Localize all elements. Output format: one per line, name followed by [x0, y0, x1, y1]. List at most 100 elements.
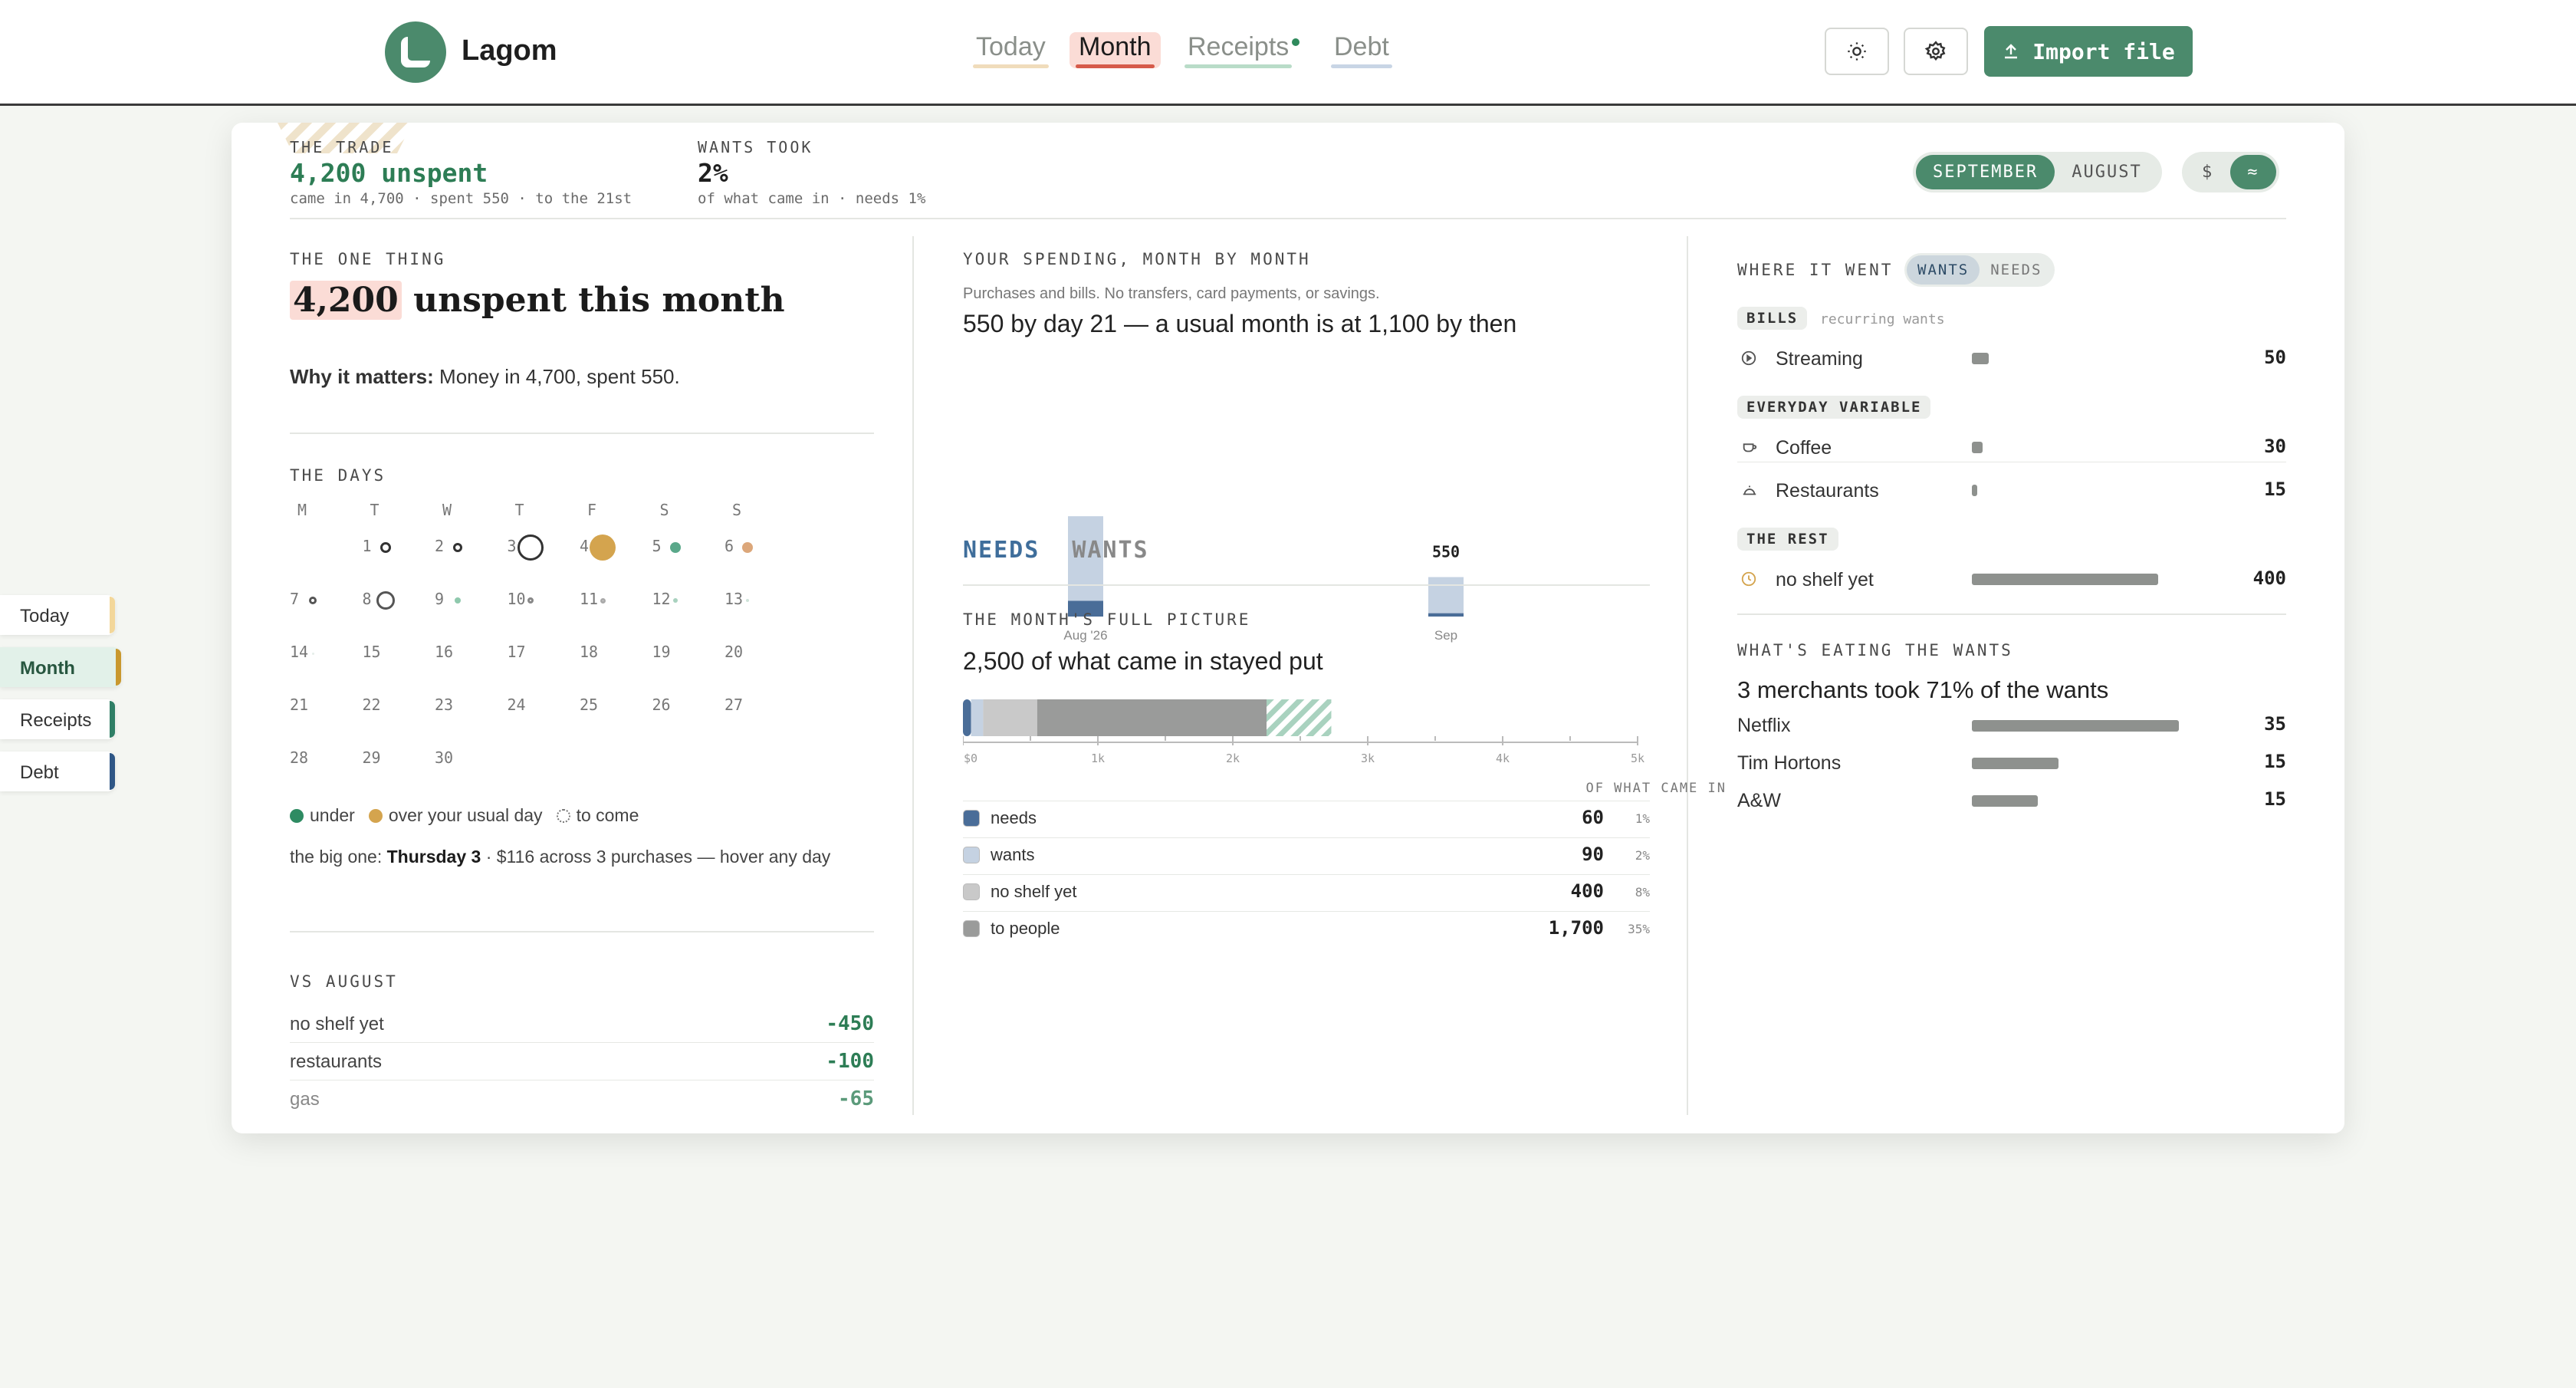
category-bar	[1972, 353, 1989, 364]
segment-to-people[interactable]	[1037, 699, 1267, 736]
calendar-day[interactable]: 22	[363, 696, 381, 714]
bar-needs-1[interactable]	[1428, 613, 1464, 617]
big-one-day[interactable]: Thursday 3	[387, 847, 481, 867]
category-name[interactable]: Streaming	[1776, 348, 1863, 370]
merchant-value: 15	[2264, 751, 2286, 772]
tab-receipts[interactable]: Receipts	[1178, 32, 1300, 68]
cloche-icon	[1740, 482, 1759, 502]
day-spend-marker	[527, 597, 534, 604]
toggle-needs[interactable]: NEEDS	[1980, 255, 2052, 285]
tab-month[interactable]: Month	[1070, 32, 1161, 68]
calendar-day[interactable]: 29	[363, 748, 381, 767]
big-one-note: the big one: Thursday 3 · $116 across 3 …	[290, 847, 831, 867]
category-value: 30	[2264, 436, 2286, 457]
vs-row-label: restaurants	[290, 1051, 383, 1072]
import-file-button[interactable]: Import file	[1984, 26, 2193, 77]
calendar-day[interactable]: 3	[508, 537, 517, 555]
calendar-day[interactable]: 27	[724, 696, 743, 714]
month-option-september[interactable]: SEPTEMBER	[1916, 155, 2055, 189]
calendar-day[interactable]: 18	[580, 643, 598, 661]
eating-headline: 3 merchants took 71% of the wants	[1737, 676, 2109, 703]
why-text: Money in 4,700, spent 550.	[439, 365, 680, 388]
calendar-day[interactable]: 25	[580, 696, 598, 714]
merchant-bar	[1972, 720, 2179, 732]
tab-wants[interactable]: WANTS	[1072, 537, 1148, 564]
weekday-header: W	[442, 501, 452, 519]
under-dot	[290, 808, 304, 823]
vs-row-label: no shelf yet	[290, 1014, 384, 1034]
weekday-header: T	[370, 501, 380, 519]
settings-button[interactable]	[1904, 28, 1968, 75]
calendar-day[interactable]: 28	[290, 748, 308, 767]
merchant-bar	[1972, 795, 2039, 807]
calendar-day[interactable]: 5	[652, 537, 662, 555]
month-option-august[interactable]: AUGUST	[2055, 155, 2158, 189]
segment-wants[interactable]	[971, 699, 984, 736]
calendar-day[interactable]: 17	[508, 643, 526, 661]
calendar-day[interactable]: 2	[435, 537, 444, 555]
picture-row-label: wants	[991, 845, 1035, 864]
divider	[1737, 613, 2286, 615]
category-bar	[1972, 485, 1977, 496]
side-tab-today[interactable]: Today	[0, 595, 115, 635]
calendar-day[interactable]: 20	[724, 643, 743, 661]
category-name[interactable]: no shelf yet	[1776, 569, 1874, 591]
segment-to-come[interactable]	[1267, 699, 1332, 736]
category-tag: EVERYDAY VARIABLE	[1737, 396, 1931, 419]
calendar-day[interactable]: 6	[724, 537, 734, 555]
needs-wants-tabs: NEEDS WANTS	[963, 537, 1149, 564]
calendar-day[interactable]: 1	[363, 537, 372, 555]
calendar-day[interactable]: 30	[435, 748, 453, 767]
coffee-cup-icon	[1740, 439, 1759, 459]
vs-row-value: -450	[826, 1012, 874, 1035]
calendar-day[interactable]: 23	[435, 696, 453, 714]
calendar-day[interactable]: 26	[652, 696, 671, 714]
calendar-day[interactable]: 15	[363, 643, 381, 661]
divider	[290, 218, 2286, 219]
calendar-day[interactable]: 8	[363, 590, 372, 608]
calendar-day[interactable]: 10	[508, 590, 526, 608]
side-tab-receipts[interactable]: Receipts	[0, 699, 115, 739]
category-name[interactable]: Coffee	[1776, 437, 1832, 459]
x-tick-label: 4k	[1496, 752, 1510, 765]
category-tag: THE REST	[1737, 528, 1838, 551]
calendar-day[interactable]: 7	[290, 590, 299, 608]
day-spend-marker	[669, 542, 681, 553]
theme-toggle-button[interactable]	[1825, 28, 1889, 75]
tab-debt[interactable]: Debt	[1325, 32, 1398, 68]
side-tab-debt[interactable]: Debt	[0, 752, 115, 791]
divider	[290, 931, 874, 932]
one-thing-label: THE ONE THING	[290, 250, 446, 268]
tab-needs[interactable]: NEEDS	[963, 537, 1040, 564]
tab-today[interactable]: Today	[967, 32, 1055, 68]
calendar-day[interactable]: 19	[652, 643, 671, 661]
picture-row-value: 1,700	[1548, 917, 1604, 939]
segment-no-shelf-yet[interactable]	[983, 699, 1037, 736]
mode-dollars[interactable]: $	[2185, 155, 2230, 189]
full-picture-bar: $0 1k 2k 3k 4k 5k	[963, 699, 1644, 765]
upload-icon	[2005, 44, 2018, 59]
calendar-day[interactable]: 9	[435, 590, 444, 608]
mode-approximate[interactable]: ≈	[2230, 155, 2276, 189]
calendar-day[interactable]: 12	[652, 590, 671, 608]
days-label: THE DAYS	[290, 466, 386, 485]
calendar-day[interactable]: 24	[508, 696, 526, 714]
merchant-name[interactable]: Netflix	[1737, 715, 1790, 737]
side-tab-month[interactable]: Month	[0, 647, 121, 687]
toggle-wants[interactable]: WANTS	[1907, 255, 1980, 285]
calendar-day[interactable]: 4	[580, 537, 589, 555]
bar-data-label: 550	[1432, 543, 1460, 561]
bar-total-1[interactable]	[1428, 577, 1464, 613]
merchant-name[interactable]: Tim Hortons	[1737, 752, 1841, 775]
calendar-day[interactable]: 11	[580, 590, 598, 608]
merchant-name[interactable]: A&W	[1737, 790, 1781, 812]
picture-row-label: needs	[991, 808, 1037, 827]
spending-label: YOUR SPENDING, MONTH BY MONTH	[963, 250, 1311, 268]
calendar-day[interactable]: 21	[290, 696, 308, 714]
calendar-day[interactable]: 14	[290, 643, 308, 661]
picture-row-value: 60	[1582, 807, 1604, 828]
segment-needs[interactable]	[963, 699, 971, 736]
calendar-day[interactable]: 13	[724, 590, 743, 608]
calendar-day[interactable]: 16	[435, 643, 453, 661]
category-name[interactable]: Restaurants	[1776, 480, 1879, 502]
